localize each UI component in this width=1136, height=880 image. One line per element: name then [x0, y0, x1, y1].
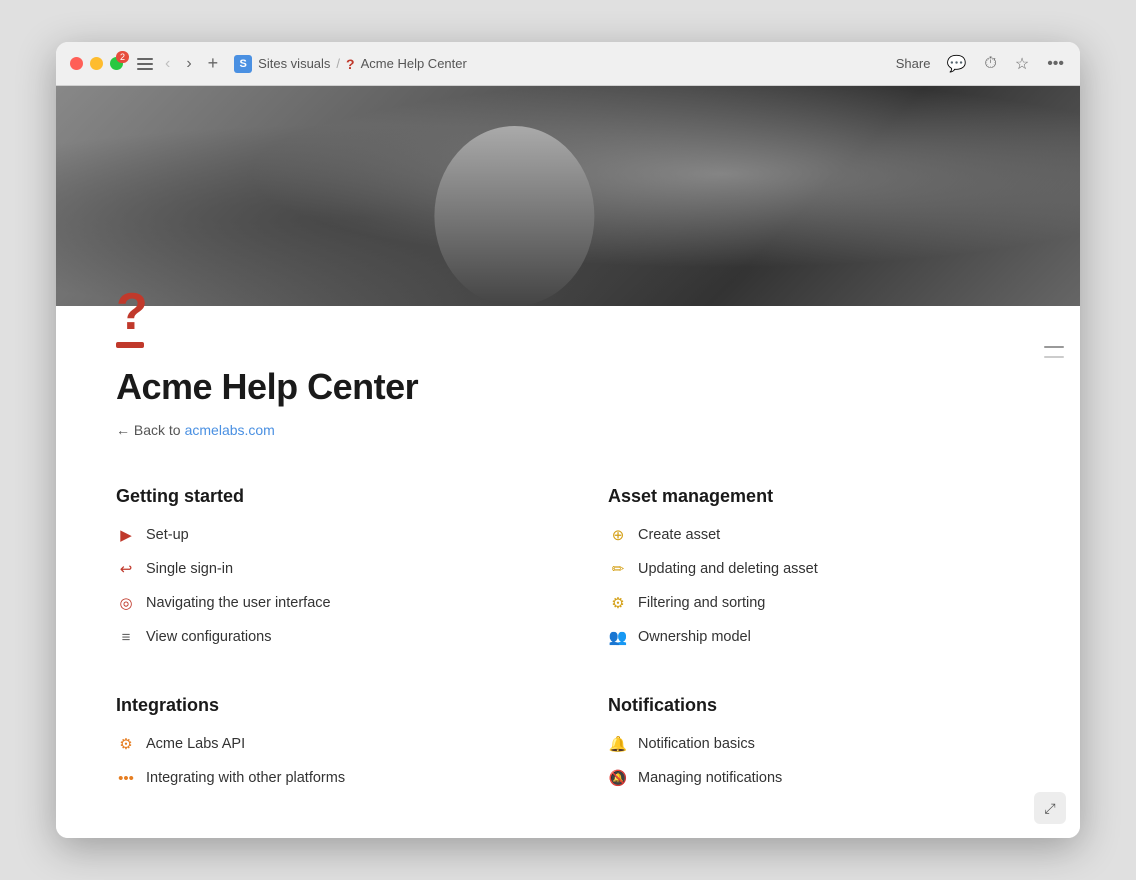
link-item-ownership[interactable]: 👥 Ownership model	[608, 627, 1020, 647]
section-title-asset-management: Asset management	[608, 486, 1020, 507]
link-icon-sso: ↩	[116, 559, 136, 579]
traffic-lights	[70, 57, 123, 70]
link-label-update-delete: Updating and deleting asset	[638, 561, 818, 577]
page-title: Acme Help Center	[116, 366, 1020, 408]
add-tab-button[interactable]: +	[204, 51, 223, 76]
link-label-setup: Set-up	[146, 527, 189, 543]
link-icon-ownership: 👥	[608, 627, 628, 647]
back-link-prefix: ← Back to	[116, 422, 181, 438]
sidebar-toggle-icon[interactable]	[137, 58, 153, 70]
link-icon-nav-ui: ◎	[116, 593, 136, 613]
browser-window: ‹ › + S Sites visuals / ? Acme Help Cent…	[56, 42, 1080, 838]
link-label-view-config: View configurations	[146, 629, 271, 645]
back-link-url[interactable]: acmelabs.com	[185, 422, 275, 438]
section-title-notifications: Notifications	[608, 695, 1020, 716]
link-icon-create-asset: ⊕	[608, 525, 628, 545]
page-content: ? Acme Help Center ← Back to acmelabs.co…	[56, 306, 1080, 838]
link-item-update-delete[interactable]: ✏ Updating and deleting asset	[608, 559, 1020, 579]
link-item-platforms[interactable]: ••• Integrating with other platforms	[116, 768, 528, 788]
link-label-sso: Single sign-in	[146, 561, 233, 577]
share-button[interactable]: Share	[896, 56, 931, 71]
link-item-create-asset[interactable]: ⊕ Create asset	[608, 525, 1020, 545]
link-label-nav-ui: Navigating the user interface	[146, 595, 331, 611]
link-item-manage-notif[interactable]: 🔕 Managing notifications	[608, 768, 1020, 788]
breadcrumb-page-label[interactable]: Acme Help Center	[361, 56, 467, 71]
link-item-setup[interactable]: ▶ Set-up	[116, 525, 528, 545]
hero-image	[56, 86, 1080, 306]
section-integrations: Integrations ⚙ Acme Labs API ••• Integrating…	[116, 695, 528, 788]
link-label-notif-basics: Notification basics	[638, 736, 755, 752]
link-item-api[interactable]: ⚙ Acme Labs API	[116, 734, 528, 754]
breadcrumb: S Sites visuals / ? Acme Help Center	[234, 55, 888, 73]
sections-grid: Getting started ▶ Set-up ↩ Single sign-in ◎ Na…	[116, 486, 1020, 788]
section-links-integrations: ⚙ Acme Labs API ••• Integrating with other …	[116, 734, 528, 788]
maximize-button[interactable]	[110, 57, 123, 70]
link-icon-notif-basics: 🔔	[608, 734, 628, 754]
back-link-container: ← Back to acmelabs.com	[116, 422, 1020, 438]
link-label-filter-sort: Filtering and sorting	[638, 595, 765, 611]
star-icon[interactable]: ☆	[1013, 52, 1031, 76]
link-item-nav-ui[interactable]: ◎ Navigating the user interface	[116, 593, 528, 613]
section-getting-started: Getting started ▶ Set-up ↩ Single sign-in ◎ Na…	[116, 486, 528, 647]
link-item-sso[interactable]: ↩ Single sign-in	[116, 559, 528, 579]
link-icon-update-delete: ✏	[608, 559, 628, 579]
section-notifications: Notifications 🔔 Notification basics 🔕 Managi…	[608, 695, 1020, 788]
section-title-getting-started: Getting started	[116, 486, 528, 507]
page-icon-small: ?	[346, 56, 355, 72]
more-options-icon[interactable]: •••	[1045, 53, 1066, 75]
titlebar-actions: Share 💬 ⏱ ☆ •••	[896, 52, 1066, 76]
section-links-asset-management: ⊕ Create asset ✏ Updating and deleting asse…	[608, 525, 1020, 647]
content-body: Acme Help Center ← Back to acmelabs.com …	[56, 306, 1080, 838]
close-button[interactable]	[70, 57, 83, 70]
hero-photo	[56, 86, 1080, 306]
link-label-platforms: Integrating with other platforms	[146, 770, 345, 786]
breadcrumb-sites-label[interactable]: Sites visuals	[258, 56, 330, 71]
section-links-notifications: 🔔 Notification basics 🔕 Managing notificati…	[608, 734, 1020, 788]
scroll-indicators	[1044, 346, 1064, 358]
link-item-view-config[interactable]: ≡ View configurations	[116, 627, 528, 647]
sites-icon: S	[234, 55, 252, 73]
link-icon-manage-notif: 🔕	[608, 768, 628, 788]
section-links-getting-started: ▶ Set-up ↩ Single sign-in ◎ Navigating the us…	[116, 525, 528, 647]
breadcrumb-separator: /	[336, 56, 340, 71]
link-label-create-asset: Create asset	[638, 527, 720, 543]
link-item-filter-sort[interactable]: ⚙ Filtering and sorting	[608, 593, 1020, 613]
comment-icon[interactable]: 💬	[944, 52, 968, 76]
link-icon-platforms: •••	[116, 768, 136, 788]
link-icon-view-config: ≡	[116, 627, 136, 647]
titlebar: ‹ › + S Sites visuals / ? Acme Help Cent…	[56, 42, 1080, 86]
link-label-ownership: Ownership model	[638, 629, 751, 645]
link-icon-setup: ▶	[116, 525, 136, 545]
expand-button[interactable]: ⤢	[1034, 792, 1066, 824]
forward-nav-button[interactable]: ›	[182, 53, 195, 75]
link-label-manage-notif: Managing notifications	[638, 770, 782, 786]
link-icon-api: ⚙	[116, 734, 136, 754]
section-title-integrations: Integrations	[116, 695, 528, 716]
link-icon-filter-sort: ⚙	[608, 593, 628, 613]
page-question-mark-icon: ?	[116, 286, 148, 348]
link-item-notif-basics[interactable]: 🔔 Notification basics	[608, 734, 1020, 754]
back-nav-button[interactable]: ‹	[161, 53, 174, 75]
link-label-api: Acme Labs API	[146, 736, 245, 752]
section-asset-management: Asset management ⊕ Create asset ✏ Updating a…	[608, 486, 1020, 647]
history-icon[interactable]: ⏱	[982, 53, 998, 75]
minimize-button[interactable]	[90, 57, 103, 70]
